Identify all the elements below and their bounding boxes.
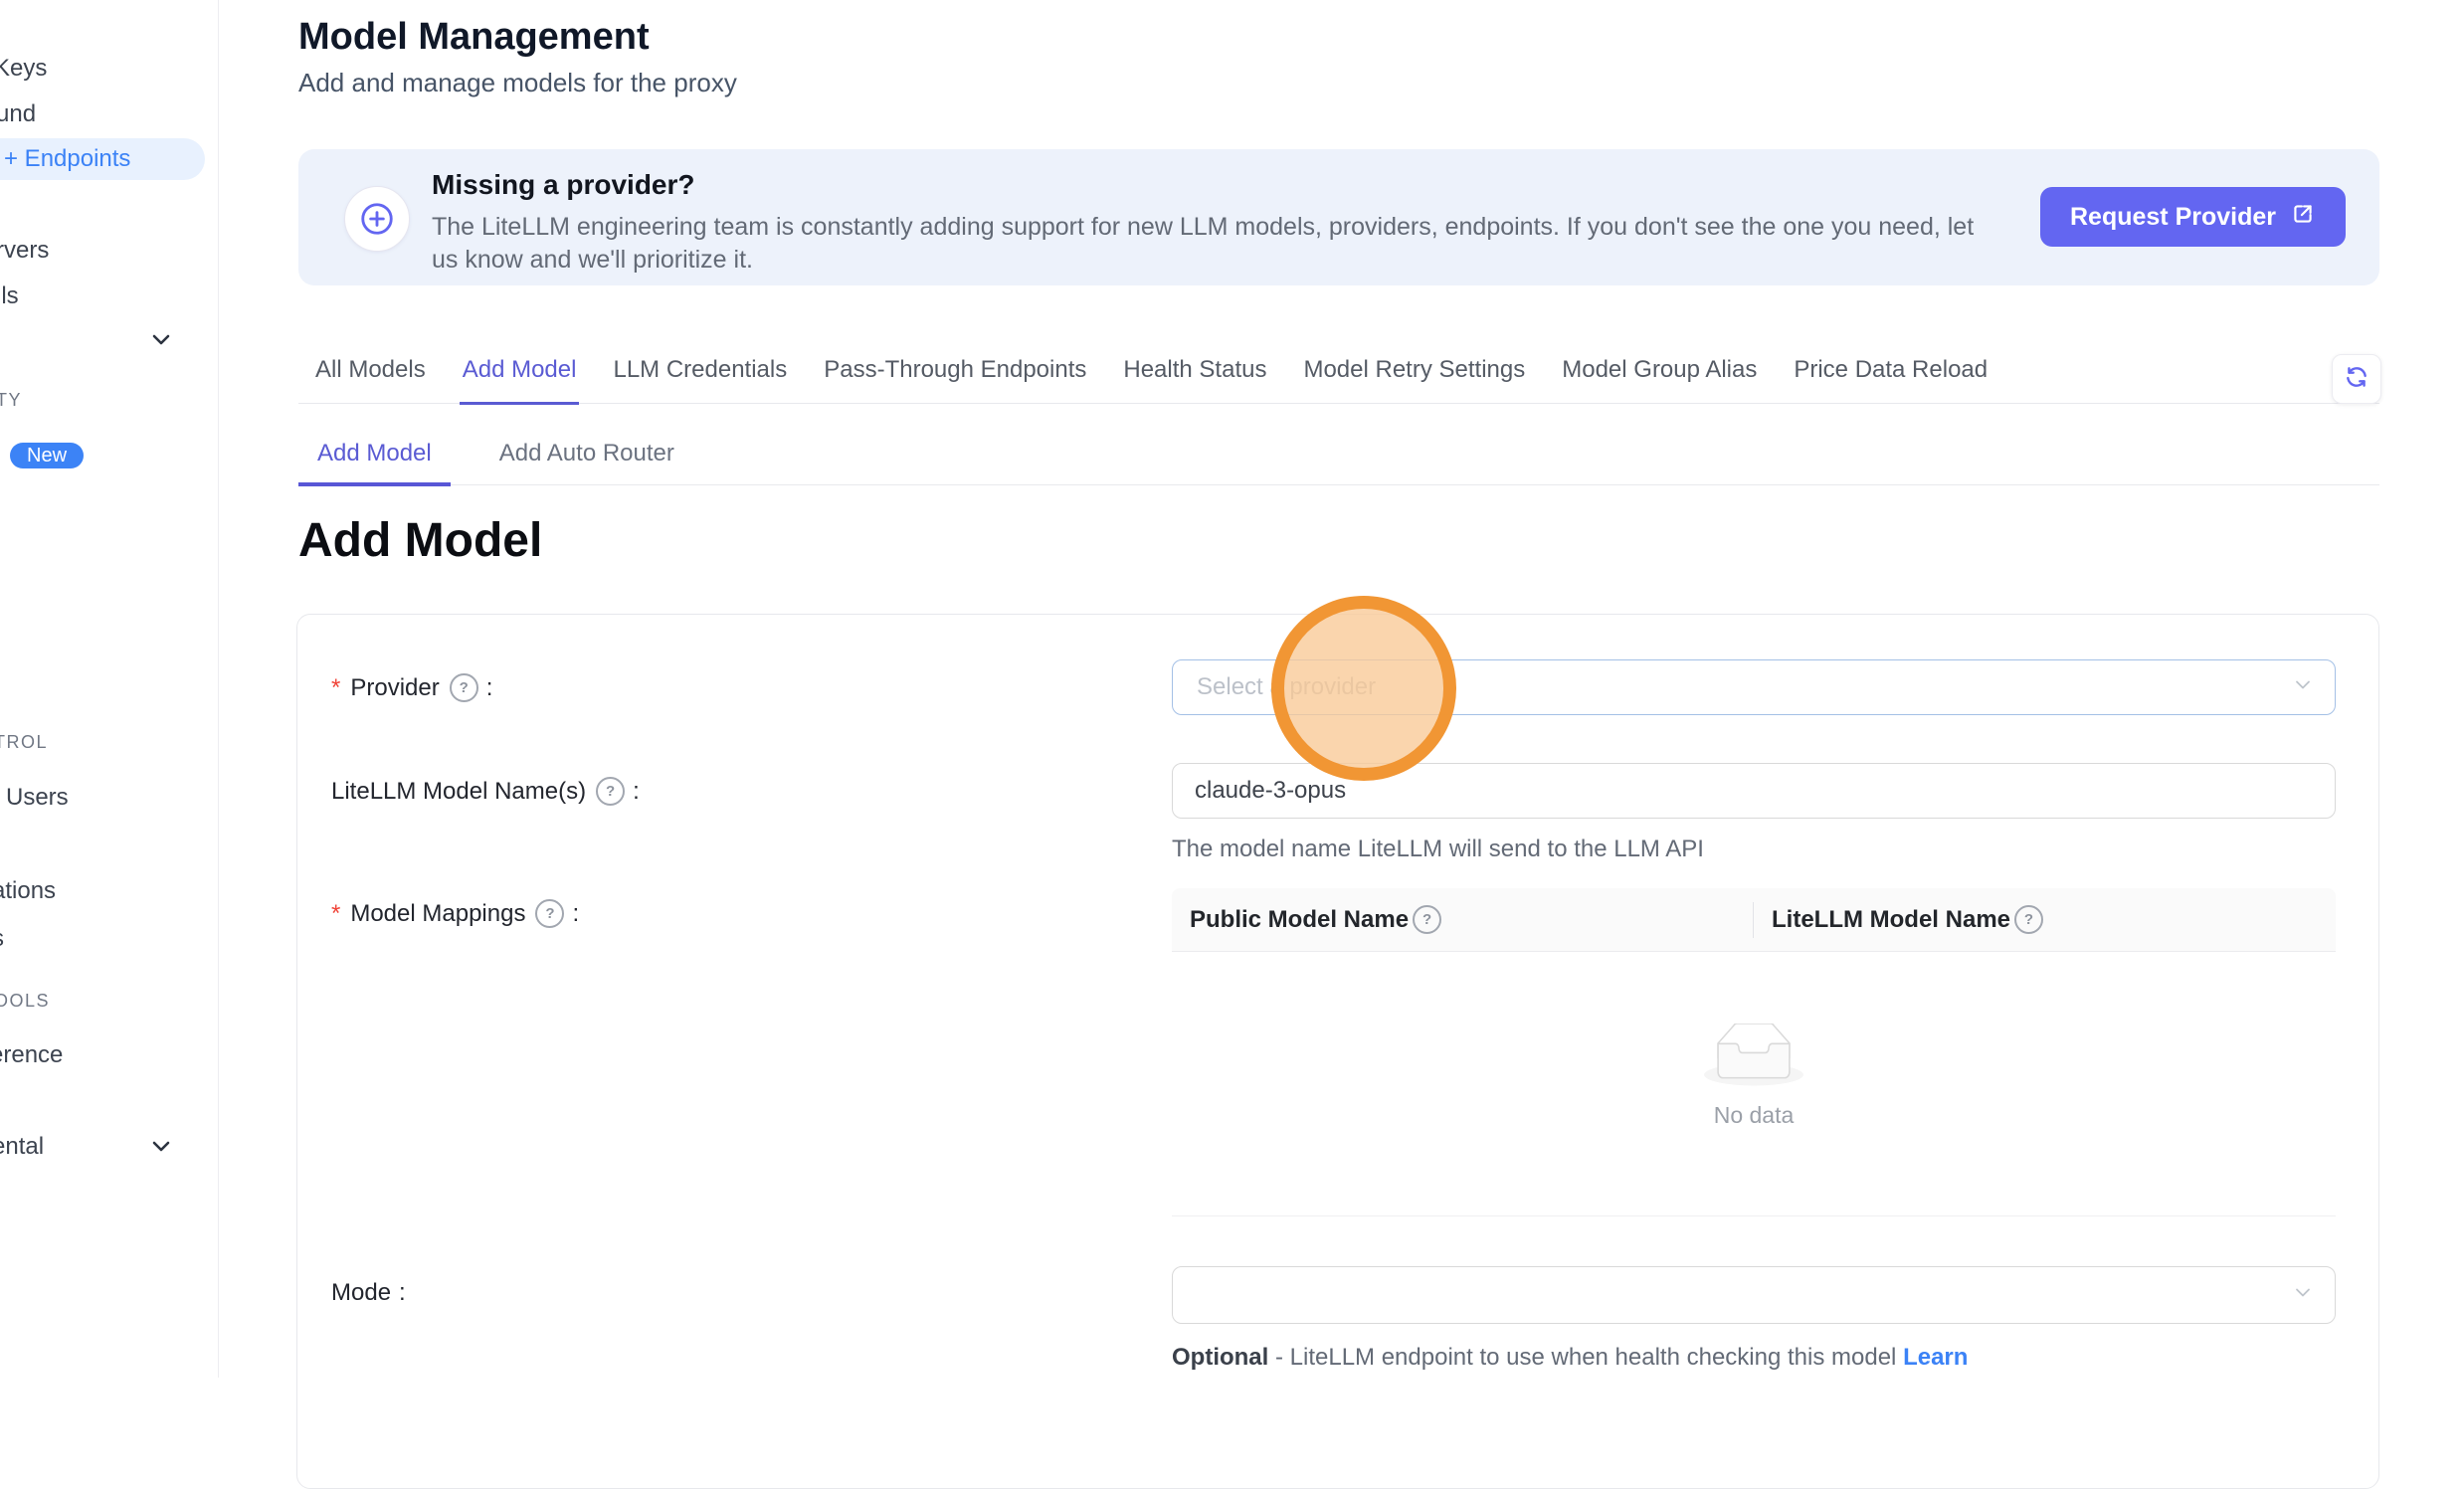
chevron-down-icon (2291, 1281, 2315, 1310)
request-provider-label: Request Provider (2070, 203, 2276, 232)
column-litellm-model-name-text: LiteLLM Model Name (1772, 906, 2010, 934)
banner-body: The LiteLLM engineering team is constant… (432, 211, 2003, 277)
sidebar-item-servers[interactable]: rvers (0, 236, 49, 266)
sidebar-item-endpoints-active[interactable]: + Endpoints (0, 138, 205, 180)
provider-label: * Provider ? : (331, 673, 492, 702)
chevron-down-icon[interactable] (149, 1134, 173, 1163)
empty-inbox-icon (1703, 1024, 1804, 1092)
tab-price-data-reload[interactable]: Price Data Reload (1791, 356, 1990, 403)
mappings-table-header: Public Model Name ? LiteLLM Model Name ? (1172, 888, 2336, 952)
help-icon[interactable]: ? (2014, 905, 2043, 934)
sidebar-item-organizations[interactable]: ations (0, 876, 56, 906)
help-icon[interactable]: ? (596, 777, 625, 806)
help-icon[interactable]: ? (535, 899, 564, 928)
sidebar-item-ils[interactable]: ils (0, 281, 19, 311)
tab-pass-through-endpoints[interactable]: Pass-Through Endpoints (821, 356, 1089, 403)
page-title: Model Management (298, 16, 650, 59)
tab-model-group-alias[interactable]: Model Group Alias (1559, 356, 1760, 403)
provider-select-placeholder: Select a provider (1197, 673, 1376, 701)
sidebar-item-experimental[interactable]: ental (0, 1132, 44, 1162)
sidebar-item-keys[interactable]: Keys (0, 54, 47, 84)
column-litellm-model-name: LiteLLM Model Name ? (1754, 888, 2336, 951)
model-name-helper: The model name LiteLLM will send to the … (1172, 836, 1704, 863)
banner-title: Missing a provider? (432, 169, 695, 201)
required-asterisk: * (331, 900, 340, 928)
tab-add-model[interactable]: Add Model (460, 356, 580, 405)
sidebar-item-endpoints-label: + Endpoints (4, 145, 130, 173)
subtab-add-model[interactable]: Add Model (298, 440, 451, 486)
label-colon: : (399, 1279, 406, 1307)
new-badge: New (10, 443, 84, 468)
sidebar-item-reference[interactable]: erence (0, 1040, 63, 1070)
add-model-heading: Add Model (298, 513, 542, 568)
page-subtitle: Add and manage models for the proxy (298, 68, 737, 98)
model-name-input[interactable] (1172, 763, 2336, 819)
chevron-down-icon (2291, 673, 2315, 702)
tab-model-retry-settings[interactable]: Model Retry Settings (1300, 356, 1528, 403)
label-colon: : (572, 900, 579, 928)
required-asterisk: * (331, 674, 340, 702)
chevron-down-icon[interactable] (149, 327, 173, 356)
refresh-button[interactable] (2332, 354, 2381, 404)
mappings-table-empty-state: No data (1172, 952, 2336, 1216)
mode-helper-text: - LiteLLM endpoint to use when health ch… (1268, 1344, 1903, 1371)
help-icon[interactable]: ? (450, 673, 478, 702)
refresh-icon (2344, 364, 2369, 395)
mode-helper: Optional - LiteLLM endpoint to use when … (1172, 1344, 1968, 1372)
tab-llm-credentials[interactable]: LLM Credentials (610, 356, 790, 403)
model-name-label: LiteLLM Model Name(s) ? : (331, 777, 640, 806)
sidebar-item-users[interactable]: Users (6, 783, 69, 813)
model-mappings-label-text: Model Mappings (350, 900, 525, 928)
provider-select[interactable]: Select a provider (1172, 659, 2336, 715)
label-colon: : (633, 778, 640, 806)
add-model-form-card: * Provider ? : Select a provider LiteLLM… (296, 614, 2379, 1489)
learn-link[interactable]: Learn (1903, 1344, 1968, 1371)
model-management-page: { "sidebar": { "keys": "Keys", "und": "u… (0, 0, 2464, 1378)
missing-provider-banner: Missing a provider? The LiteLLM engineer… (298, 149, 2379, 285)
model-name-label-text: LiteLLM Model Name(s) (331, 778, 586, 806)
external-link-icon (2290, 201, 2316, 234)
main-content: Model Management Add and manage models f… (218, 0, 2464, 1378)
model-mappings-label: * Model Mappings ? : (331, 899, 579, 928)
request-provider-button[interactable]: Request Provider (2040, 187, 2346, 247)
subtab-add-auto-router[interactable]: Add Auto Router (480, 440, 693, 484)
sidebar-section-ty: TY (0, 390, 22, 411)
mode-helper-optional: Optional (1172, 1344, 1268, 1371)
sidebar-section-trol: TROL (0, 732, 48, 753)
mode-select[interactable] (1172, 1266, 2336, 1324)
model-mappings-table: Public Model Name ? LiteLLM Model Name ? (1172, 888, 2336, 1216)
tab-all-models[interactable]: All Models (312, 356, 429, 403)
sidebar-section-tools: OOLS (0, 991, 50, 1012)
plus-circle-icon (344, 186, 410, 252)
help-icon[interactable]: ? (1413, 905, 1441, 934)
add-model-subtabs: Add Model Add Auto Router (298, 440, 2379, 485)
sidebar-item-playground[interactable]: und (0, 99, 36, 129)
column-public-model-name-text: Public Model Name (1190, 906, 1409, 934)
provider-label-text: Provider (350, 674, 439, 702)
model-tabs: All Models Add Model LLM Credentials Pas… (298, 356, 2379, 404)
label-colon: : (486, 674, 493, 702)
sidebar: Keys und + Endpoints rvers ils TY New TR… (0, 0, 219, 1378)
mode-label-text: Mode (331, 1279, 391, 1307)
tab-health-status[interactable]: Health Status (1120, 356, 1269, 403)
no-data-text: No data (1714, 1102, 1795, 1129)
column-public-model-name: Public Model Name ? (1172, 888, 1754, 951)
mode-label: Mode : (331, 1279, 406, 1307)
sidebar-item-teams[interactable]: s (0, 924, 4, 954)
